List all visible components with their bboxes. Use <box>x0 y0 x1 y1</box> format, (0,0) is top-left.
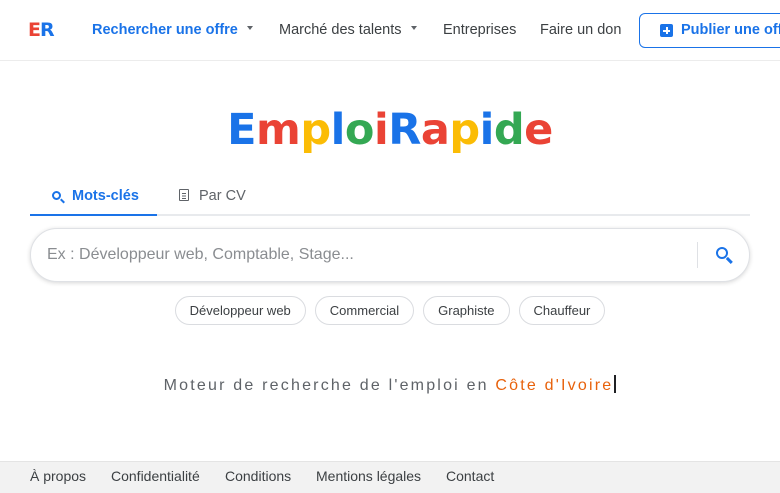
footer-link-mentions-legales[interactable]: Mentions légales <box>316 468 421 484</box>
footer-link-a-propos[interactable]: À propos <box>30 468 86 484</box>
brand-letter: R <box>388 105 421 155</box>
tab-label: Par CV <box>199 188 246 204</box>
search-divider <box>697 242 698 268</box>
brand-letter: m <box>256 105 301 155</box>
brand-letter: p <box>449 105 480 155</box>
suggestion-chip[interactable]: Chauffeur <box>518 296 606 325</box>
search-box <box>30 228 750 282</box>
footer-link-conditions[interactable]: Conditions <box>225 468 291 484</box>
suggestion-chip[interactable]: Développeur web <box>174 296 306 325</box>
tab-par-cv[interactable]: Par CV <box>178 182 246 216</box>
tagline: Moteur de recherche de l'emploi en Côte … <box>0 375 780 395</box>
nav-label: Entreprises <box>443 22 517 38</box>
logo-letter-r: R <box>39 19 55 41</box>
nav-marche-des-talents[interactable]: Marché des talents <box>279 21 417 39</box>
brand-letter: e <box>524 105 553 155</box>
footer-link-confidentialite[interactable]: Confidentialité <box>111 468 200 484</box>
brand-logo: EmploiRapide <box>0 104 780 156</box>
chevron-down-icon <box>246 26 253 31</box>
suggestion-chips: Développeur web Commercial Graphiste Cha… <box>0 296 780 325</box>
publish-offer-label: Publier une offre <box>681 22 780 38</box>
top-navigation-bar: ER Rechercher une offre Marché des talen… <box>0 0 780 61</box>
nav-faire-un-don[interactable]: Faire un don <box>540 21 621 39</box>
chevron-down-icon <box>410 26 417 31</box>
nav-rechercher-une-offre[interactable]: Rechercher une offre <box>92 21 253 39</box>
tab-label: Mots-clés <box>72 188 139 204</box>
nav-label: Faire un don <box>540 22 622 38</box>
publish-offer-button[interactable]: Publier une offre <box>639 13 780 48</box>
brand-letter: i <box>479 105 495 155</box>
plus-square-icon <box>660 24 673 37</box>
logo-letter-e: E <box>28 19 41 41</box>
brand-letter: d <box>493 105 525 155</box>
suggestion-chip[interactable]: Commercial <box>314 296 415 325</box>
brand-letter: a <box>420 105 450 155</box>
brand-letter: o <box>344 105 375 155</box>
search-icon <box>52 191 61 200</box>
site-logo[interactable]: ER <box>28 19 55 41</box>
search-mode-tabs: Mots-clés Par CV <box>30 182 750 216</box>
nav-label: Marché des talents <box>279 22 402 38</box>
nav-label: Rechercher une offre <box>92 22 238 38</box>
brand-letter: l <box>330 105 346 155</box>
brand-letter: i <box>373 105 389 155</box>
footer: À propos Confidentialité Conditions Ment… <box>0 461 780 493</box>
search-input[interactable] <box>47 237 687 273</box>
suggestion-chip[interactable]: Graphiste <box>423 296 510 325</box>
document-icon <box>179 189 189 201</box>
search-button[interactable] <box>711 241 741 271</box>
tagline-country: Côte d'Ivoire <box>495 377 614 395</box>
tab-mots-cles[interactable]: Mots-clés <box>30 182 157 216</box>
brand-letter: E <box>227 105 257 155</box>
search-icon <box>716 247 728 259</box>
text-cursor <box>614 375 617 393</box>
nav-entreprises[interactable]: Entreprises <box>443 21 516 39</box>
footer-link-contact[interactable]: Contact <box>446 468 494 484</box>
brand-letter: p <box>300 105 331 155</box>
tagline-prefix: Moteur de recherche de l'emploi en <box>163 377 496 395</box>
